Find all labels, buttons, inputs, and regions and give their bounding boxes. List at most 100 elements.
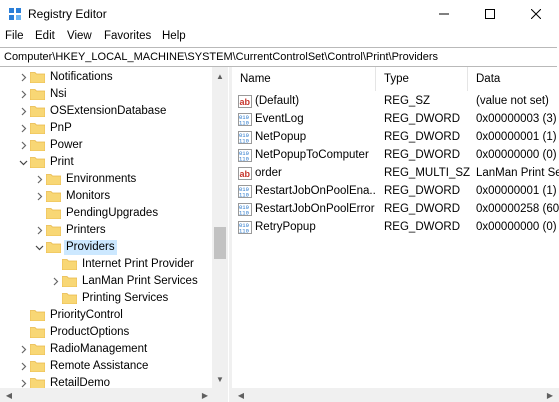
- tree-item-label: RetailDemo: [50, 377, 111, 388]
- folder-icon: [30, 89, 45, 100]
- tree-item[interactable]: Notifications: [0, 69, 212, 86]
- tree-item[interactable]: PriorityControl: [0, 307, 212, 324]
- folder-icon: [46, 225, 61, 236]
- folder-icon: [30, 72, 45, 83]
- tree-item[interactable]: Power: [0, 137, 212, 154]
- chevron-right-icon[interactable]: [17, 69, 29, 86]
- column-header-data[interactable]: Data: [468, 67, 559, 91]
- close-button[interactable]: [513, 0, 559, 28]
- folder-icon: [30, 344, 45, 355]
- menu-help[interactable]: Help: [162, 30, 186, 42]
- value-row[interactable]: ab (Default) REG_SZ (value not set): [232, 93, 559, 110]
- minimize-button[interactable]: [421, 0, 467, 28]
- scroll-down-icon[interactable]: ▼: [213, 372, 227, 386]
- value-data: LanMan Print Se: [476, 167, 559, 179]
- values-horizontal-scrollbar[interactable]: ◀ ▶: [232, 388, 559, 402]
- tree-item[interactable]: Providers: [0, 239, 212, 256]
- tree-item-label: ProductOptions: [50, 326, 130, 338]
- tree-item[interactable]: Internet Print Provider: [0, 256, 212, 273]
- address-bar[interactable]: Computer\HKEY_LOCAL_MACHINE\SYSTEM\Curre…: [0, 47, 557, 67]
- chevron-down-icon[interactable]: [33, 239, 45, 256]
- chevron-right-icon[interactable]: [17, 103, 29, 120]
- tree-item[interactable]: Nsi: [0, 86, 212, 103]
- chevron-right-icon[interactable]: [17, 358, 29, 375]
- tree-item-label: Notifications: [50, 71, 113, 83]
- value-row[interactable]: 010 110 NetPopupToComputer REG_DWORD 0x00000…: [232, 147, 559, 164]
- maximize-button[interactable]: [467, 0, 513, 28]
- value-name: RestartJobOnPoolEna...: [255, 185, 375, 197]
- menu-file[interactable]: File: [5, 30, 24, 42]
- minimize-icon: [439, 13, 449, 15]
- folder-icon: [46, 208, 61, 219]
- tree-item[interactable]: Monitors: [0, 188, 212, 205]
- svg-text:110: 110: [239, 138, 249, 145]
- tree-item[interactable]: RadioManagement: [0, 341, 212, 358]
- menu-edit[interactable]: Edit: [35, 30, 55, 42]
- tree-item[interactable]: Printers: [0, 222, 212, 239]
- tree-item[interactable]: Remote Assistance: [0, 358, 212, 375]
- tree-item[interactable]: RetailDemo: [0, 375, 212, 388]
- value-row[interactable]: 010 110 RetryPopup REG_DWORD 0x00000000 (0): [232, 219, 559, 236]
- menu-view[interactable]: View: [67, 30, 92, 42]
- tree-item-label: LanMan Print Services: [82, 275, 198, 287]
- column-header-name[interactable]: Name: [232, 67, 376, 91]
- svg-text:110: 110: [239, 156, 249, 163]
- value-type: REG_DWORD: [384, 149, 461, 161]
- value-row[interactable]: 010 110 EventLog REG_DWORD 0x00000003 (3): [232, 111, 559, 128]
- value-data: 0x00000000 (0): [476, 221, 557, 233]
- tree-vertical-scrollbar[interactable]: ▲ ▼: [212, 67, 228, 388]
- tree-item[interactable]: PnP: [0, 120, 212, 137]
- value-name: RetryPopup: [255, 221, 316, 233]
- binary-value-icon: 010110: [238, 149, 252, 162]
- column-header-type[interactable]: Type: [376, 67, 468, 91]
- value-row[interactable]: 010 110 RestartJobOnPoolEna... REG_DWORD 0x0…: [232, 183, 559, 200]
- close-icon: [531, 9, 541, 19]
- tree-item-label: Power: [50, 139, 83, 151]
- scroll-up-icon[interactable]: ▲: [213, 69, 227, 83]
- tree-item[interactable]: LanMan Print Services: [0, 273, 212, 290]
- folder-icon: [62, 276, 77, 287]
- chevron-right-icon[interactable]: [17, 341, 29, 358]
- chevron-right-icon[interactable]: [17, 120, 29, 137]
- menu-favorites[interactable]: Favorites: [104, 30, 151, 42]
- tree-horizontal-scrollbar[interactable]: ◀ ▶: [0, 388, 228, 402]
- chevron-right-icon[interactable]: [17, 86, 29, 103]
- chevron-right-icon[interactable]: [33, 188, 45, 205]
- chevron-right-icon[interactable]: [17, 375, 29, 388]
- tree-item[interactable]: OSExtensionDatabase: [0, 103, 212, 120]
- folder-icon: [30, 378, 45, 388]
- tree-item[interactable]: ProductOptions: [0, 324, 212, 341]
- tree-item[interactable]: Environments: [0, 171, 212, 188]
- values-list[interactable]: Name Type Data ab (Default) REG_SZ (value n…: [232, 67, 559, 388]
- scroll-left-icon[interactable]: ◀: [234, 388, 248, 402]
- tree-scroll-thumb[interactable]: [214, 227, 226, 259]
- value-name: NetPopup: [255, 131, 307, 143]
- value-type: REG_DWORD: [384, 131, 461, 143]
- chevron-right-icon[interactable]: [17, 137, 29, 154]
- folder-icon: [30, 310, 45, 321]
- value-row[interactable]: 010 110 NetPopup REG_DWORD 0x00000001 (1): [232, 129, 559, 146]
- value-data: (value not set): [476, 95, 549, 107]
- tree-item-label: Environments: [66, 173, 137, 185]
- value-row[interactable]: ab order REG_MULTI_SZ LanMan Print Se: [232, 165, 559, 182]
- address-path[interactable]: Computer\HKEY_LOCAL_MACHINE\SYSTEM\Curre…: [4, 51, 438, 63]
- value-row[interactable]: 010 110 RestartJobOnPoolError REG_DWORD 0x00…: [232, 201, 559, 218]
- chevron-right-icon[interactable]: [33, 222, 45, 239]
- tree-item[interactable]: PendingUpgrades: [0, 205, 212, 222]
- value-type: REG_DWORD: [384, 113, 461, 125]
- chevron-right-icon[interactable]: [33, 171, 45, 188]
- tree-item[interactable]: Print: [0, 154, 212, 171]
- value-name: order: [255, 167, 282, 179]
- tree-item[interactable]: Printing Services: [0, 290, 212, 307]
- chevron-down-icon[interactable]: [17, 154, 29, 171]
- scroll-right-icon[interactable]: ▶: [543, 388, 557, 402]
- tree-item-label: Nsi: [50, 88, 67, 100]
- value-data: 0x00000003 (3): [476, 113, 557, 125]
- scroll-left-icon[interactable]: ◀: [2, 388, 16, 402]
- binary-value-icon: 010110: [238, 203, 252, 216]
- chevron-right-icon[interactable]: [49, 273, 61, 290]
- scroll-right-icon[interactable]: ▶: [198, 388, 212, 402]
- tree-item-label: Providers: [64, 240, 117, 255]
- key-tree[interactable]: Notifications Nsi OSExtensionDatabase PnP Po…: [0, 67, 228, 388]
- tree-item-label: Monitors: [66, 190, 111, 202]
